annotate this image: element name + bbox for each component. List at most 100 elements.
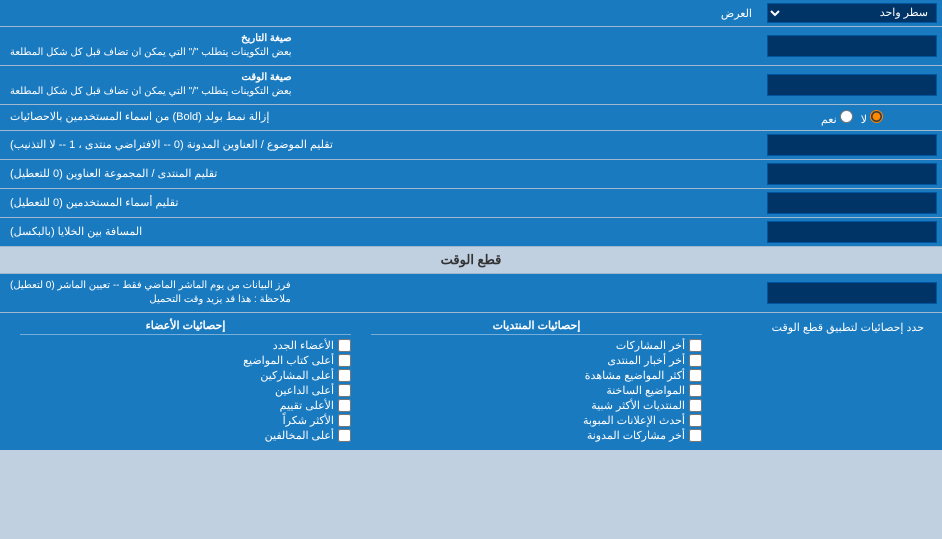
- posts-checkbox-4[interactable]: [689, 399, 702, 412]
- posts-item-3: المواضيع الساخنة: [371, 384, 702, 397]
- cell-spacing-row: 2 المسافة بين الخلايا (بالبكسل): [0, 218, 942, 247]
- members-item-0: الأعضاء الجدد: [20, 339, 351, 352]
- members-checkbox-3[interactable]: [338, 384, 351, 397]
- cutoff-section-header: قطع الوقت: [0, 247, 942, 274]
- display-text: العرض: [721, 8, 752, 20]
- cutoff-row: 0 فرز البيانات من يوم الماشر الماضي فقط …: [0, 274, 942, 313]
- posts-label-4: المنتديات الأكثر شبية: [591, 399, 685, 412]
- members-label-2: أعلى المشاركين: [260, 369, 334, 382]
- forum-titles-label: تقليم المنتدى / المجموعة العناوين (0 للت…: [0, 160, 762, 188]
- members-checkbox-4[interactable]: [338, 399, 351, 412]
- posts-checkbox-3[interactable]: [689, 384, 702, 397]
- members-checkbox-0[interactable]: [338, 339, 351, 352]
- date-format-label: صيغة التاريخ بعض التكوينات يتطلب "/" الت…: [0, 27, 762, 65]
- time-format-input-cell: H:i: [762, 66, 942, 104]
- posts-item-2: أكثر المواضيع مشاهدة: [371, 369, 702, 382]
- bold-remove-text: إزالة نمط بولد (Bold) من اسماء المستخدمي…: [10, 110, 269, 125]
- posts-label-2: أكثر المواضيع مشاهدة: [585, 369, 685, 382]
- posts-label-1: أخر أخبار المنتدى: [607, 354, 685, 367]
- members-item-6: أعلى المخالفين: [20, 429, 351, 442]
- radio-yes[interactable]: [840, 110, 853, 123]
- members-label-3: أعلى الداعين: [275, 384, 334, 397]
- posts-stats-header: إحصائيات المنتديات: [371, 319, 702, 335]
- cell-spacing-input[interactable]: 2: [767, 221, 937, 243]
- members-label-4: الأعلى تقييم: [280, 399, 334, 412]
- display-row: سطر واحدسطرينثلاثة أسطر العرض: [0, 0, 942, 27]
- members-item-1: أعلى كتاب المواضيع: [20, 354, 351, 367]
- usernames-text: تقليم أسماء المستخدمين (0 للتعطيل): [10, 196, 178, 211]
- usernames-label: تقليم أسماء المستخدمين (0 للتعطيل): [0, 189, 762, 217]
- radio-yes-label: نعم: [821, 110, 853, 126]
- posts-label-3: المواضيع الساخنة: [606, 384, 685, 397]
- topic-titles-text: تقليم الموضوع / العناوين المدونة (0 -- ا…: [10, 138, 333, 153]
- members-label-1: أعلى كتاب المواضيع: [243, 354, 334, 367]
- cutoff-sublabel: ملاحظة : هذا قد يزيد وقت التحميل: [10, 293, 291, 307]
- members-stats-col: إحصائيات الأعضاء الأعضاء الجدد أعلى كتاب…: [10, 319, 361, 444]
- cell-spacing-text: المسافة بين الخلايا (بالبكسل): [10, 225, 142, 240]
- usernames-row: 0 تقليم أسماء المستخدمين (0 للتعطيل): [0, 189, 942, 218]
- topic-titles-input[interactable]: 33: [767, 134, 937, 156]
- cutoff-main-label: فرز البيانات من يوم الماشر الماضي فقط --…: [10, 279, 291, 293]
- radio-no[interactable]: [870, 110, 883, 123]
- posts-label-6: أخر مشاركات المدونة: [587, 429, 685, 442]
- time-format-sublabel: بعض التكوينات يتطلب "/" التي يمكن ان تضا…: [10, 85, 292, 99]
- members-item-5: الأكثر شكراً: [20, 414, 351, 427]
- members-checkbox-1[interactable]: [338, 354, 351, 367]
- members-checkbox-6[interactable]: [338, 429, 351, 442]
- posts-checkbox-2[interactable]: [689, 369, 702, 382]
- bold-remove-row: لا نعم إزالة نمط بولد (Bold) من اسماء ال…: [0, 105, 942, 131]
- bold-remove-label: إزالة نمط بولد (Bold) من اسماء المستخدمي…: [0, 105, 762, 130]
- forum-titles-input[interactable]: 33: [767, 163, 937, 185]
- posts-label-5: أحدث الإعلانات المبوبة: [583, 414, 685, 427]
- posts-item-1: أخر أخبار المنتدى: [371, 354, 702, 367]
- members-stats-header: إحصائيات الأعضاء: [20, 319, 351, 335]
- posts-stats-col: إحصائيات المنتديات أخر المشاركات أخر أخب…: [361, 319, 712, 444]
- apply-label: حدد إحصائيات لتطبيق قطع الوقت: [720, 319, 924, 334]
- posts-item-6: أخر مشاركات المدونة: [371, 429, 702, 442]
- posts-checkbox-1[interactable]: [689, 354, 702, 367]
- posts-checkbox-0[interactable]: [689, 339, 702, 352]
- posts-checkbox-5[interactable]: [689, 414, 702, 427]
- posts-item-4: المنتديات الأكثر شبية: [371, 399, 702, 412]
- time-format-row: H:i صيغة الوقت بعض التكوينات يتطلب "/" ا…: [0, 66, 942, 105]
- topic-titles-row: 33 تقليم الموضوع / العناوين المدونة (0 -…: [0, 131, 942, 160]
- members-item-3: أعلى الداعين: [20, 384, 351, 397]
- stats-grid: حدد إحصائيات لتطبيق قطع الوقت إحصائيات ا…: [10, 319, 932, 444]
- posts-label-0: أخر المشاركات: [616, 339, 685, 352]
- display-dropdown-cell: سطر واحدسطرينثلاثة أسطر: [762, 0, 942, 26]
- date-format-input[interactable]: d-m: [767, 35, 937, 57]
- date-format-sublabel: بعض التكوينات يتطلب "/" التي يمكن ان تضا…: [10, 46, 292, 60]
- members-label-0: الأعضاء الجدد: [273, 339, 334, 352]
- time-format-title: صيغة الوقت: [10, 71, 292, 85]
- usernames-input[interactable]: 0: [767, 192, 937, 214]
- display-label: العرض: [0, 2, 762, 25]
- stats-section: حدد إحصائيات لتطبيق قطع الوقت إحصائيات ا…: [0, 313, 942, 450]
- date-format-row: d-m صيغة التاريخ بعض التكوينات يتطلب "/"…: [0, 27, 942, 66]
- time-format-label: صيغة الوقت بعض التكوينات يتطلب "/" التي …: [0, 66, 762, 104]
- forum-titles-row: 33 تقليم المنتدى / المجموعة العناوين (0 …: [0, 160, 942, 189]
- topic-titles-input-cell: 33: [762, 131, 942, 159]
- cell-spacing-input-cell: 2: [762, 218, 942, 246]
- members-item-4: الأعلى تقييم: [20, 399, 351, 412]
- cell-spacing-label: المسافة بين الخلايا (بالبكسل): [0, 218, 762, 246]
- usernames-input-cell: 0: [762, 189, 942, 217]
- members-checkbox-5[interactable]: [338, 414, 351, 427]
- bold-radio-cell: لا نعم: [762, 105, 942, 130]
- members-checkbox-2[interactable]: [338, 369, 351, 382]
- radio-no-label: لا: [861, 110, 883, 126]
- posts-checkbox-6[interactable]: [689, 429, 702, 442]
- cutoff-input[interactable]: 0: [767, 282, 937, 304]
- time-format-input[interactable]: H:i: [767, 74, 937, 96]
- posts-item-0: أخر المشاركات: [371, 339, 702, 352]
- apply-column: حدد إحصائيات لتطبيق قطع الوقت: [712, 319, 932, 444]
- members-label-6: أعلى المخالفين: [265, 429, 334, 442]
- forum-titles-text: تقليم المنتدى / المجموعة العناوين (0 للت…: [10, 167, 217, 182]
- forum-titles-input-cell: 33: [762, 160, 942, 188]
- display-select[interactable]: سطر واحدسطرينثلاثة أسطر: [767, 3, 937, 23]
- members-label-5: الأكثر شكراً: [283, 414, 334, 427]
- date-format-input-cell: d-m: [762, 27, 942, 65]
- cutoff-title: قطع الوقت: [441, 252, 502, 267]
- cutoff-input-cell: 0: [762, 274, 942, 312]
- posts-item-5: أحدث الإعلانات المبوبة: [371, 414, 702, 427]
- cutoff-label: فرز البيانات من يوم الماشر الماضي فقط --…: [0, 274, 762, 312]
